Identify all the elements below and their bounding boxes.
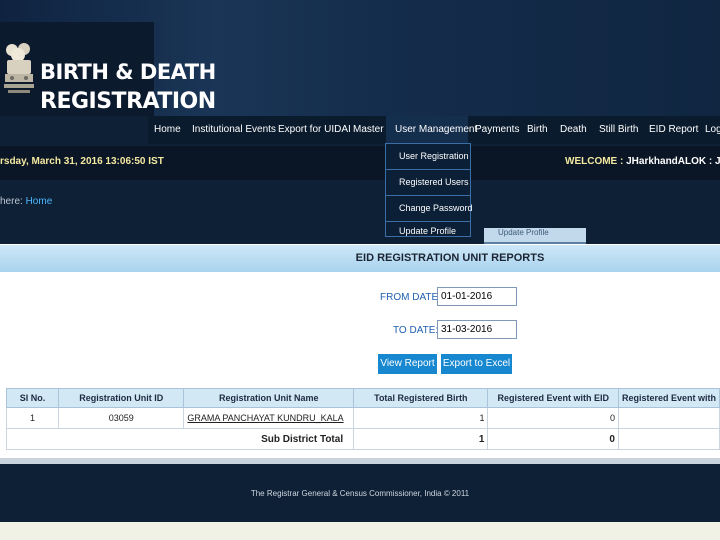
export-excel-button[interactable]: Export to Excel — [441, 354, 512, 374]
current-datetime: rsday, March 31, 2016 13:06:50 IST — [0, 156, 164, 167]
cell-sl: 1 — [5, 407, 60, 429]
cell-event-with — [617, 407, 720, 429]
welcome-text: WELCOME : JHarkhandALOK : JH - (Registra — [565, 156, 720, 167]
nav-user-management[interactable]: User Management — [386, 116, 477, 144]
col-total-birth: Total Registered Birth — [353, 388, 489, 408]
footer-copyright: The Registrar General & Census Commissio… — [250, 489, 470, 498]
menu-user-registration[interactable]: User Registration — [386, 144, 470, 170]
report-title-band: EID REGISTRATION UNIT REPORTS — [0, 244, 720, 273]
dropdown-ghost-item: Update Profile — [484, 228, 586, 244]
national-emblem-icon — [4, 43, 34, 93]
cell-with-eid: 0 — [487, 407, 619, 429]
cell-unit-name-link[interactable]: GRAMA PANCHAYAT KUNDRU_KALA — [183, 407, 355, 429]
nav-eid-report[interactable]: EID Report — [649, 116, 698, 144]
nav-logout[interactable]: Logo — [705, 116, 720, 144]
logo-area: BIRTH & DEATH REGISTRATION — [0, 22, 216, 116]
col-unit-name: Registration Unit Name — [183, 388, 355, 408]
col-unit-id: Registration Unit ID — [58, 388, 185, 408]
from-date-input[interactable] — [437, 287, 517, 306]
site-title-line2: REGISTRATION — [40, 89, 216, 114]
nav-home[interactable]: Home — [154, 116, 181, 144]
cell-total-empty — [617, 428, 720, 450]
main-nav: Home Institutional Events Export for UID… — [148, 116, 720, 144]
table-total-row: Sub District Total 1 0 — [5, 428, 720, 450]
cell-total-eid-sum: 0 — [487, 428, 619, 450]
from-date-label: FROM DATE: — [380, 292, 441, 303]
footer-divider — [0, 458, 720, 464]
nav-payments[interactable]: Payments — [475, 116, 519, 144]
col-event-eid: Registered Event with EID — [487, 388, 619, 408]
user-management-dropdown: User Registration Registered Users Chang… — [385, 143, 473, 237]
table-row: 1 03059 GRAMA PANCHAYAT KUNDRU_KALA 1 0 — [5, 407, 720, 429]
report-table: Sl No. Registration Unit ID Registration… — [5, 388, 720, 450]
nav-export-uidai[interactable]: Export for UIDAI — [278, 116, 351, 144]
col-event-with: Registered Event with — [617, 388, 720, 408]
nav-master[interactable]: Master — [353, 116, 384, 144]
breadcrumb-prefix: here: — [0, 196, 23, 207]
nav-still-birth[interactable]: Still Birth — [599, 116, 638, 144]
breadcrumb-home-link[interactable]: Home — [26, 196, 53, 207]
nav-death[interactable]: Death — [560, 116, 587, 144]
cell-unit-id: 03059 — [58, 407, 185, 429]
menu-update-profile[interactable]: Update Profile — [386, 222, 470, 236]
report-title: EID REGISTRATION UNIT REPORTS — [355, 252, 545, 264]
nav-institutional-events[interactable]: Institutional Events — [192, 116, 276, 144]
to-date-input[interactable] — [437, 320, 517, 339]
nav-birth[interactable]: Birth — [527, 116, 548, 144]
cell-total-birth-sum: 1 — [353, 428, 489, 450]
report-form: FROM DATE: TO DATE: View Report Export t… — [0, 272, 720, 458]
site-title-line1: BIRTH & DEATH — [40, 60, 216, 84]
col-sl-no: Sl No. — [5, 388, 60, 408]
to-date-label: TO DATE: — [393, 325, 439, 336]
menu-change-password[interactable]: Change Password — [386, 196, 473, 222]
welcome-user: JHarkhandALOK : JH - (Registra — [626, 156, 720, 167]
breadcrumb: here: Home — [0, 196, 52, 207]
cell-total-label: Sub District Total — [5, 428, 355, 450]
app-window: BIRTH & DEATH REGISTRATION Home Institut… — [0, 0, 720, 522]
welcome-label: WELCOME : — [565, 156, 624, 167]
site-header: BIRTH & DEATH REGISTRATION — [0, 0, 720, 116]
cell-total-birth: 1 — [353, 407, 489, 429]
info-bar: rsday, March 31, 2016 13:06:50 IST WELCO… — [0, 146, 720, 180]
menu-registered-users[interactable]: Registered Users — [386, 170, 470, 196]
table-header-row: Sl No. Registration Unit ID Registration… — [5, 388, 720, 408]
view-report-button[interactable]: View Report — [378, 354, 437, 374]
